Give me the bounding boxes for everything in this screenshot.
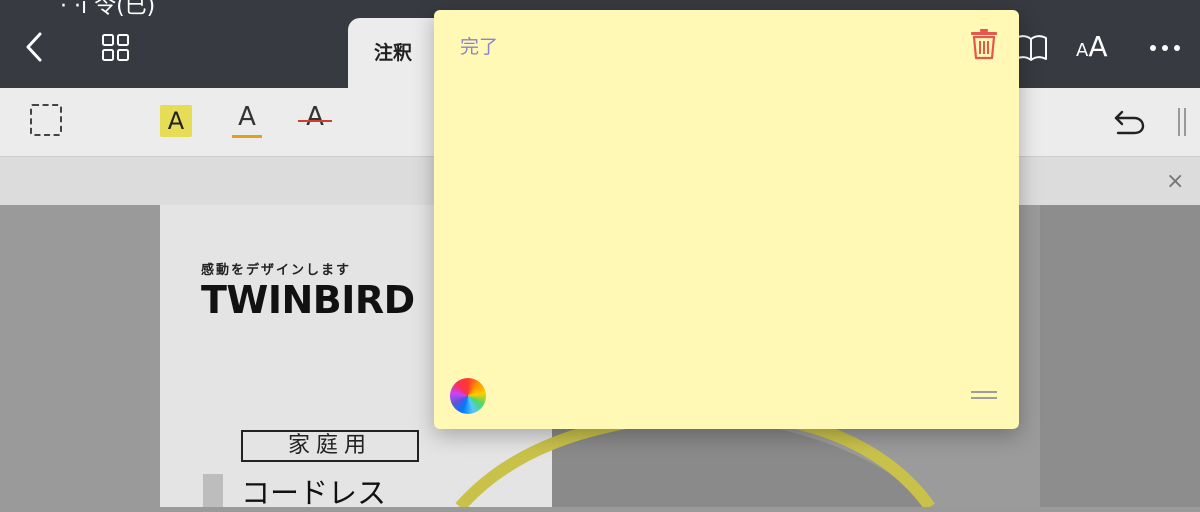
more-icon — [1150, 45, 1180, 51]
grid-icon — [102, 34, 129, 61]
toolbar-handle[interactable] — [1178, 108, 1190, 136]
product-marker — [203, 474, 223, 507]
tab-annotations-label: 注釈 — [374, 42, 413, 64]
note-delete-button[interactable] — [970, 28, 998, 60]
status-bar-text: · ·ı 令(已) — [60, 0, 156, 19]
more-button[interactable] — [1148, 38, 1182, 58]
trash-icon — [971, 29, 997, 60]
brand-slogan: 感動をデザインします — [201, 263, 352, 278]
font-size-large: A — [1088, 30, 1108, 63]
font-size-small: A — [1076, 40, 1089, 61]
thumbnail-grid-button[interactable] — [101, 33, 131, 63]
note-text-area[interactable] — [460, 70, 990, 360]
note-done-button[interactable]: 完了 — [460, 32, 498, 59]
tab-annotations[interactable]: 注釈 — [348, 18, 448, 88]
category-label: 家庭用 — [241, 430, 419, 462]
underline-tool[interactable]: A — [232, 102, 262, 138]
font-size-button[interactable]: AA — [1076, 30, 1107, 63]
strip-close-button[interactable]: × — [1166, 169, 1184, 194]
strikethrough-tool[interactable]: A — [298, 102, 332, 138]
document-illustration — [455, 420, 935, 507]
resize-grip-icon[interactable] — [971, 391, 997, 401]
undo-button[interactable] — [1112, 106, 1146, 136]
document-margin — [1040, 205, 1200, 507]
color-wheel-icon[interactable] — [450, 378, 486, 414]
brand-logo: TWINBIRD — [201, 278, 415, 322]
back-icon — [26, 32, 42, 62]
undo-icon — [1114, 110, 1145, 135]
sticky-note-popup: 完了 — [434, 10, 1019, 429]
book-icon — [1015, 35, 1047, 61]
highlight-tool[interactable]: A — [160, 105, 192, 137]
product-heading: コードレス — [241, 476, 387, 510]
reading-mode-button[interactable] — [1014, 34, 1048, 62]
select-icon[interactable] — [30, 104, 62, 136]
back-button[interactable] — [20, 30, 50, 64]
